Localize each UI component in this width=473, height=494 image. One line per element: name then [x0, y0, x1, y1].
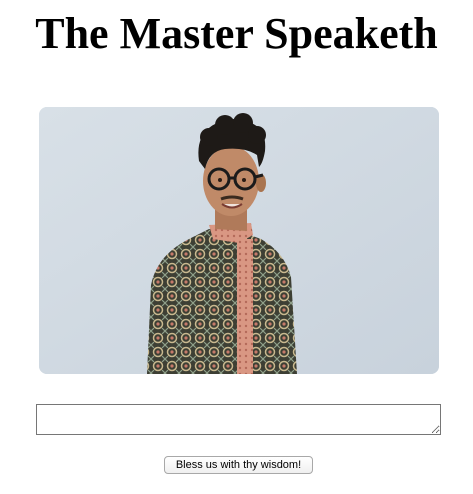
- wisdom-input[interactable]: [36, 404, 441, 435]
- portrait-image: [39, 107, 439, 374]
- bless-button[interactable]: Bless us with thy wisdom!: [164, 456, 313, 474]
- portrait-illustration: [39, 107, 439, 374]
- page-title: The Master Speaketh: [35, 9, 438, 58]
